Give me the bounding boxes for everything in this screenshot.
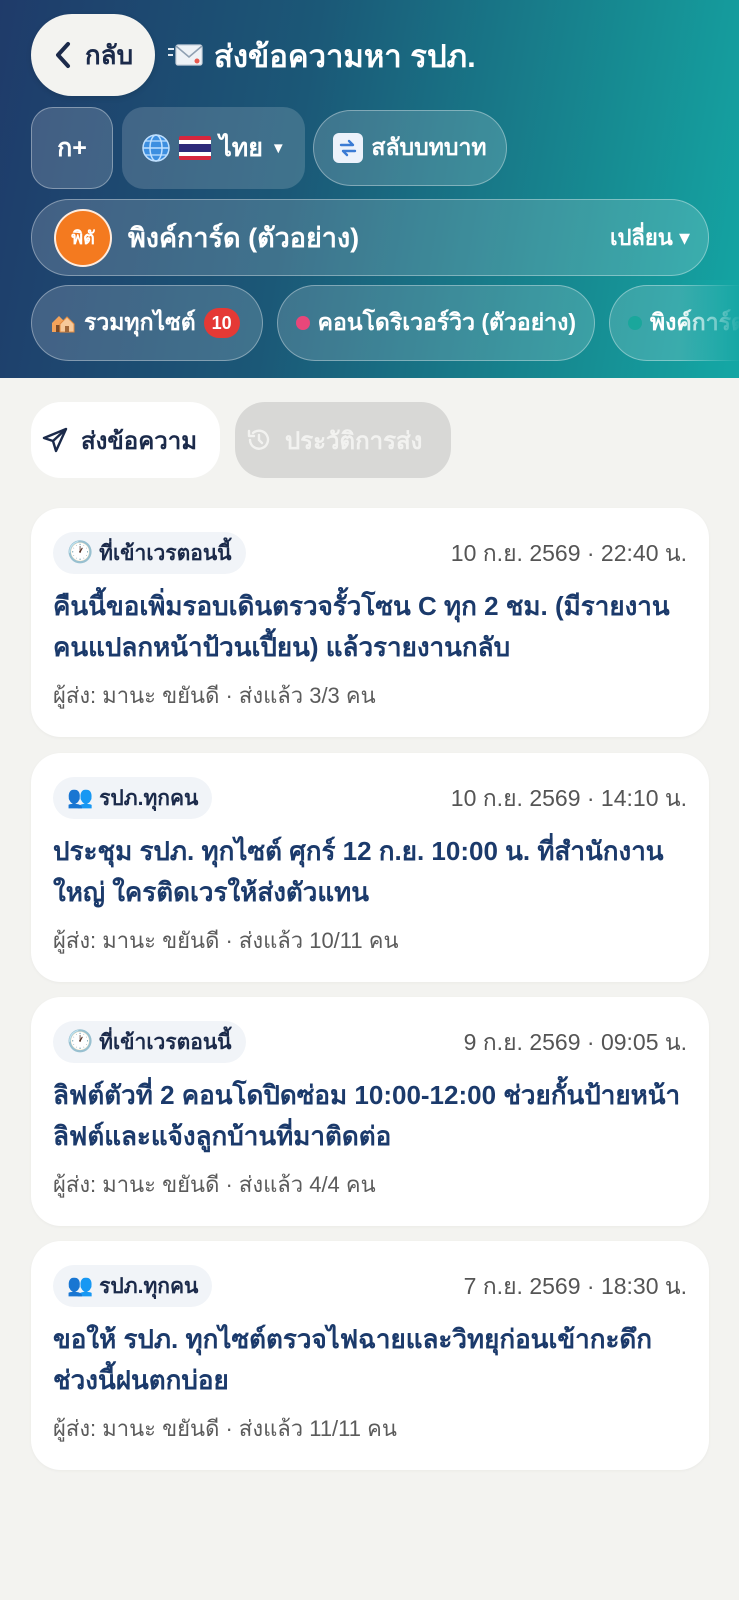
chips-fade-overlay (679, 280, 739, 370)
message-meta: ผู้ส่ง: มานะ ขยันดี · ส่งแล้ว 10/11 คน (53, 928, 399, 953)
message-card[interactable]: 🕐 ที่เข้าเวรตอนนี้ 10 ก.ย. 2569 · 22:40 … (31, 508, 709, 737)
message-meta: ผู้ส่ง: มานะ ขยันดี · ส่งแล้ว 11/11 คน (53, 1416, 397, 1441)
back-label: กลับ (84, 39, 134, 70)
recipient-tag: 🕐 ที่เข้าเวรตอนนี้ (53, 1021, 246, 1063)
send-icon (42, 427, 68, 453)
recipient-tag-label: รปภ.ทุกคน (99, 1274, 199, 1298)
chevron-left-icon (55, 42, 70, 68)
recipient-tag: 🕐 ที่เข้าเวรตอนนี้ (53, 532, 246, 574)
company-selector[interactable]: พิตั พิงค์การ์ด (ตัวอย่าง) เปลี่ยน ▾ (31, 199, 709, 276)
site-chip-condo[interactable]: คอนโดริเวอร์วิว (ตัวอย่าง) (277, 285, 595, 361)
language-select[interactable]: ไทย ▼ (122, 107, 305, 189)
people-icon: 👥 (67, 1274, 94, 1297)
recipient-tag: 👥 รปภ.ทุกคน (53, 777, 213, 819)
message-tabs: ส่งข้อความ ประวัติการส่ง (31, 402, 451, 478)
message-timestamp: 10 ก.ย. 2569 · 14:10 น. (450, 785, 687, 811)
globe-icon (142, 134, 170, 162)
message-card[interactable]: 👥 รปภ.ทุกคน 10 ก.ย. 2569 · 14:10 น. ประช… (31, 753, 709, 982)
caret-down-icon: ▼ (270, 139, 286, 157)
switch-role-button[interactable]: สลับบทบาท (313, 110, 507, 186)
message-meta: ผู้ส่ง: มานะ ขยันดี · ส่งแล้ว 3/3 คน (53, 683, 376, 708)
message-body: คืนนี้ขอเพิ่มรอบเดินตรวจรั้วโซน C ทุก 2 … (53, 591, 670, 662)
site-color-dot (628, 316, 642, 330)
message-body: ประชุม รปภ. ทุกไซต์ ศุกร์ 12 ก.ย. 10:00 … (53, 836, 664, 907)
clock-icon: 🕐 (67, 1030, 94, 1053)
site-count-badge: 10 (203, 308, 240, 338)
tab-send[interactable]: ส่งข้อความ (31, 402, 220, 478)
font-size-button[interactable]: ก+ (31, 107, 113, 189)
message-timestamp: 7 ก.ย. 2569 · 18:30 น. (463, 1273, 687, 1299)
history-icon (247, 429, 270, 450)
tab-history-label: ประวัติการส่ง (285, 427, 423, 455)
font-size-label: ก+ (57, 134, 87, 162)
people-icon: 👥 (67, 786, 94, 809)
site-chip-all-label: รวมทุกไซต์ (84, 309, 196, 335)
tab-history[interactable]: ประวัติการส่ง (235, 402, 451, 478)
company-name: พิงค์การ์ด (ตัวอย่าง) (128, 223, 360, 253)
houses-icon (52, 316, 75, 333)
site-chip-all[interactable]: รวมทุกไซต์ 10 (31, 285, 263, 361)
app-header: กลับ ส่งข้อความหา รปภ. ก+ ไทย ▼ สลับบทบา… (0, 0, 739, 378)
site-filter-list: รวมทุกไซต์ 10 คอนโดริเวอร์วิว (ตัวอย่าง)… (31, 285, 739, 361)
back-button[interactable]: กลับ (31, 14, 155, 96)
recipient-tag-label: ที่เข้าเวรตอนนี้ (99, 1030, 232, 1054)
message-meta: ผู้ส่ง: มานะ ขยันดี · ส่งแล้ว 4/4 คน (53, 1172, 376, 1197)
envelope-icon (168, 44, 203, 66)
site-chip-condo-label: คอนโดริเวอร์วิว (ตัวอย่าง) (317, 309, 576, 335)
recipient-tag: 👥 รปภ.ทุกคน (53, 1265, 213, 1307)
switch-role-label: สลับบทบาท (371, 134, 487, 160)
site-color-dot (296, 316, 310, 330)
message-body: ขอให้ รปภ. ทุกไซต์ตรวจไฟฉายและวิทยุก่อนเ… (53, 1324, 653, 1395)
message-timestamp: 9 ก.ย. 2569 · 09:05 น. (463, 1029, 687, 1055)
message-body: ลิฟต์ตัวที่ 2 คอนโดปิดซ่อม 10:00-12:00 ช… (53, 1080, 681, 1151)
tab-send-label: ส่งข้อความ (81, 427, 198, 455)
company-avatar: พิตั (54, 208, 112, 267)
thai-flag-icon (179, 136, 212, 160)
message-timestamp: 10 ก.ย. 2569 · 22:40 น. (450, 540, 687, 566)
recipient-tag-label: ที่เข้าเวรตอนนี้ (99, 541, 232, 565)
message-card[interactable]: 🕐 ที่เข้าเวรตอนนี้ 9 ก.ย. 2569 · 09:05 น… (31, 997, 709, 1226)
change-company-button[interactable]: เปลี่ยน ▾ (610, 220, 690, 255)
clock-icon: 🕐 (67, 541, 94, 564)
language-label: ไทย (219, 134, 263, 162)
message-card[interactable]: 👥 รปภ.ทุกคน 7 ก.ย. 2569 · 18:30 น. ขอให้… (31, 1241, 709, 1470)
swap-icon (333, 133, 364, 163)
page-title-wrap: ส่งข้อความหา รปภ. (168, 34, 476, 78)
recipient-tag-label: รปภ.ทุกคน (99, 786, 199, 810)
page-title: ส่งข้อความหา รปภ. (214, 39, 476, 74)
